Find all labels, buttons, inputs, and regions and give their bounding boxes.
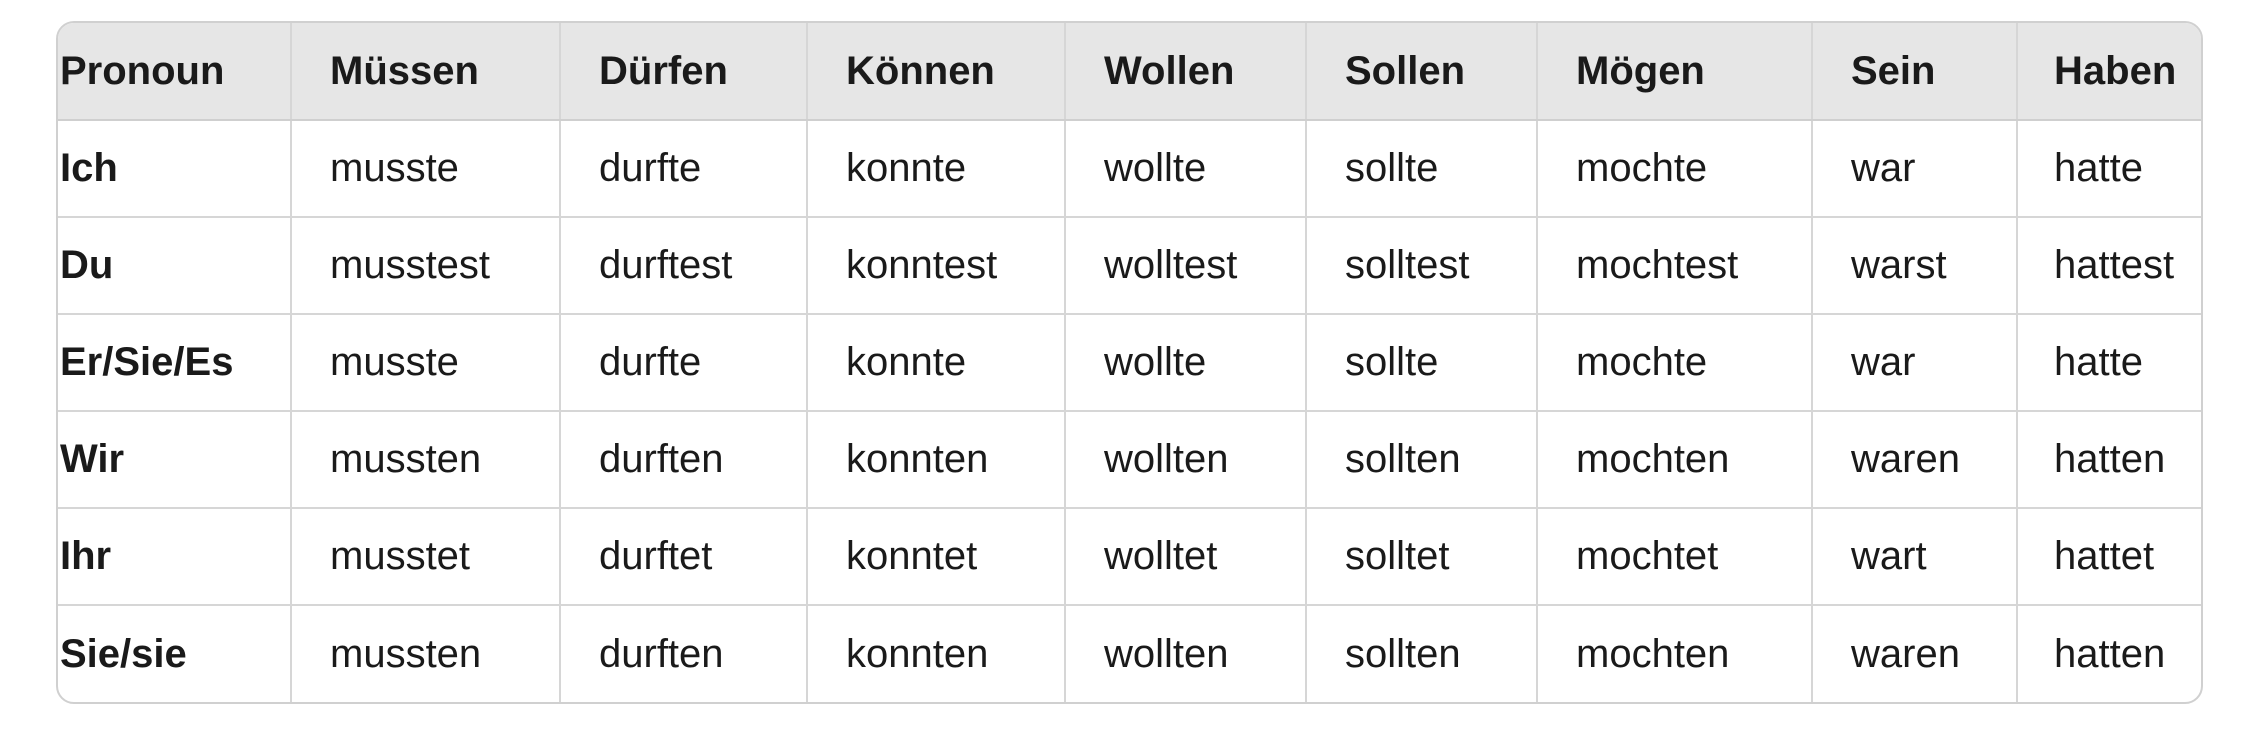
table-cell: konnten [807, 605, 1066, 702]
table-cell: wolltet [1065, 508, 1307, 606]
table-cell: hatten [2054, 631, 2166, 676]
table-cell: wollten [1065, 605, 1307, 702]
header-sollen: Sollen [1306, 23, 1538, 121]
table-cell: durften [560, 411, 808, 509]
table-row: Ihr musstet durftet konntet wolltet soll… [58, 508, 2201, 606]
table-cell: durfte [560, 314, 808, 412]
table-cell: konnten [807, 411, 1066, 509]
row-pronoun: Du [58, 217, 292, 315]
table-cell: hatte [2017, 314, 2201, 412]
table-cell: durftest [560, 217, 808, 315]
table-cell: hatten [2017, 411, 2201, 509]
table-cell: mussten [291, 605, 561, 702]
table-cell: mochten [1537, 605, 1813, 702]
table-cell: wollte [1065, 120, 1307, 218]
table-cell: wart [1812, 508, 2018, 606]
table-cell: konnte [807, 314, 1066, 412]
table-cell: musstest [291, 217, 561, 315]
table-cell: durfte [560, 120, 808, 218]
table-cell: wollten [1065, 411, 1307, 509]
header-haben: Haben [2017, 23, 2201, 121]
table-cell: mochtest [1537, 217, 1813, 315]
table-cell: hatte [2017, 120, 2201, 218]
table-header: Pronoun Müssen Dürfen Können Wollen Soll… [58, 23, 2201, 121]
row-pronoun: Ich [58, 120, 292, 218]
table-cell: warst [1812, 217, 2018, 315]
row-pronoun: Ihr [58, 508, 292, 606]
header-sein: Sein [1812, 23, 2018, 121]
table-row: Wir mussten durften konnten wollten soll… [58, 411, 2201, 509]
table-cell: musste [291, 314, 561, 412]
table-cell: war [1812, 314, 2018, 412]
table-cell: konntet [807, 508, 1066, 606]
table-cell: wollte [1065, 314, 1307, 412]
table-cell: mochten [1537, 411, 1813, 509]
table-cell: waren [1812, 411, 2018, 509]
header-row: Pronoun Müssen Dürfen Können Wollen Soll… [58, 23, 2201, 121]
table-body: Ich musste durfte konnte wollte sollte m… [58, 120, 2201, 702]
table-cell: mochte [1537, 120, 1813, 218]
table-cell: sollten [1306, 411, 1538, 509]
row-pronoun: Sie/sie [58, 605, 292, 702]
table-row: Er/Sie/Es musste durfte konnte wollte so… [58, 314, 2201, 412]
table-cell: durften [560, 605, 808, 702]
table-cell: solltet [1306, 508, 1538, 606]
table-cell: war [1812, 120, 2018, 218]
header-wollen: Wollen [1065, 23, 1307, 121]
header-koennen: Können [807, 23, 1066, 121]
table-cell: mochte [1537, 314, 1813, 412]
table-cell: musste [291, 120, 561, 218]
row-pronoun: Wir [58, 411, 292, 509]
row-pronoun: Er/Sie/Es [58, 314, 292, 412]
table-cell: hattest [2017, 217, 2201, 315]
conjugation-table-container: Pronoun Müssen Dürfen Können Wollen Soll… [56, 21, 2203, 704]
table-cell: waren [1812, 605, 2018, 702]
table-cell: sollte [1306, 314, 1538, 412]
table-row: Sie/sie mussten durften konnten wollten … [58, 605, 2201, 702]
table-row: Du musstest durftest konntest wolltest s… [58, 217, 2201, 315]
table-cell: durftet [560, 508, 808, 606]
table-cell: mussten [291, 411, 561, 509]
header-duerfen: Dürfen [560, 23, 808, 121]
table-cell: sollte [1306, 120, 1538, 218]
table-row: Ich musste durfte konnte wollte sollte m… [58, 120, 2201, 218]
conjugation-table: Pronoun Müssen Dürfen Können Wollen Soll… [58, 23, 2201, 702]
table-cell: musstet [291, 508, 561, 606]
table-cell: mochtet [1537, 508, 1813, 606]
header-pronoun: Pronoun [58, 23, 292, 121]
header-muessen: Müssen [291, 23, 561, 121]
table-cell: solltest [1306, 217, 1538, 315]
table-cell: konntest [807, 217, 1066, 315]
table-cell: wolltest [1065, 217, 1307, 315]
header-moegen: Mögen [1537, 23, 1813, 121]
table-cell: konnte [807, 120, 1066, 218]
table-cell: hattet [2017, 508, 2201, 606]
table-cell: sollten [1306, 605, 1538, 702]
